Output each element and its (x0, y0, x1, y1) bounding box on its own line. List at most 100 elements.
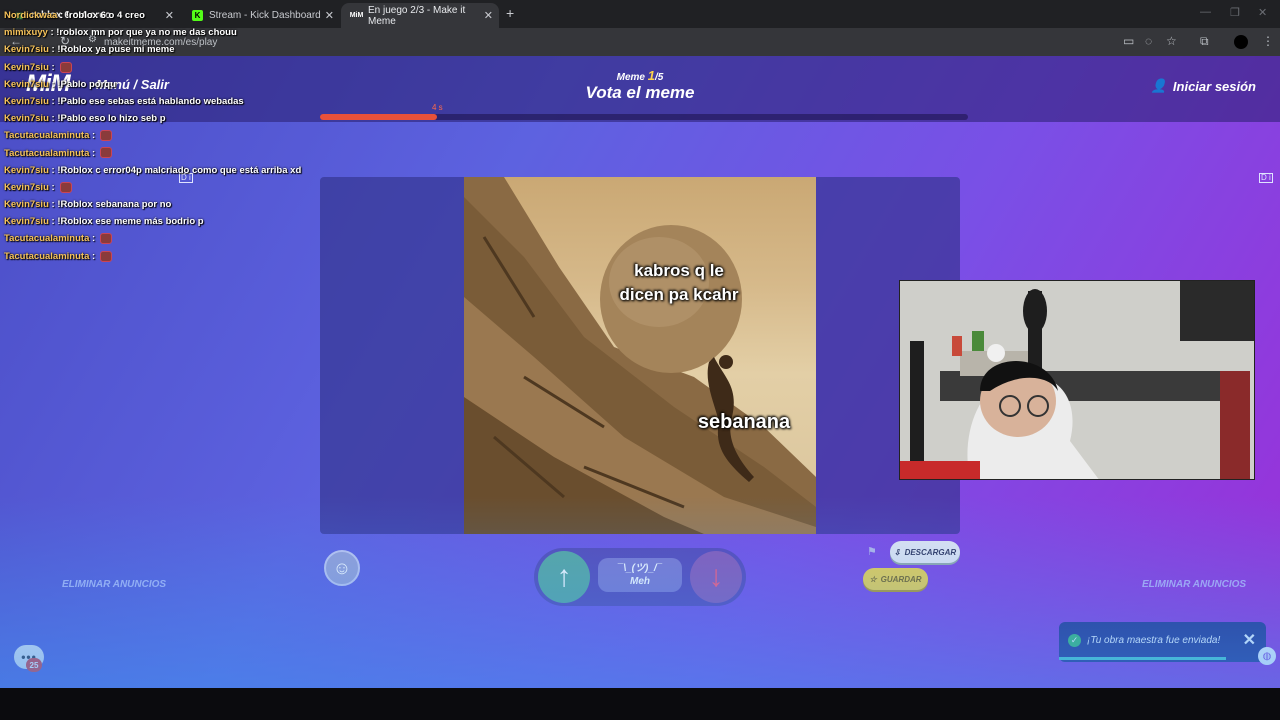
sisyphus-illustration (464, 177, 816, 534)
minimize-icon[interactable]: — (1200, 6, 1211, 18)
report-flag-icon[interactable]: ⚑ (867, 545, 877, 558)
emoji-reaction-button[interactable]: ☺ (324, 550, 360, 586)
chat-message: Kevin7siu : !Pablo eso lo hizo seb p (4, 110, 324, 127)
chat-emote-icon (100, 250, 113, 262)
meme-total: /5 (655, 72, 664, 83)
download-label: DESCARGAR (904, 547, 957, 557)
chat-username: Tacutacualaminuta (4, 130, 90, 142)
chat-username: Tacutacualaminuta (4, 250, 90, 262)
chat-username: mimixuyy (4, 27, 48, 39)
browser-menu-icon[interactable]: ⋮ (1262, 34, 1274, 48)
arrow-down-icon: ↓ (708, 560, 724, 593)
chat-unread-badge: 25 (26, 658, 42, 672)
chat-message: Tacutacualaminuta : (4, 230, 324, 247)
meh-label: Meh (630, 576, 650, 587)
chat-message: Kevin7siu : !Roblox c error04p malcriado… (4, 162, 324, 179)
chat-message: Kevin7siu : !Pablo porqu (4, 76, 324, 93)
meme-caption-top: kabros q le dicen pa kcahr (619, 261, 739, 304)
chat-text: : !Roblox sebanana por no (51, 199, 172, 211)
chat-username: Kevin7siu (4, 199, 49, 211)
chat-message: Kevin7siu : !Roblox sebanana por no (4, 196, 324, 213)
download-icon: ⇩ (893, 547, 901, 557)
extensions-icon[interactable]: ⧉ (1200, 34, 1209, 49)
vote-meh-button[interactable]: ¯\_(ツ)_/¯ Meh (598, 558, 682, 592)
chat-text: : !Pablo ese sebas está hablando webadas (51, 95, 244, 107)
meme-current: 1 (647, 68, 656, 83)
chat-text: : (92, 130, 96, 142)
hide-icon[interactable]: ◌ (1145, 34, 1152, 48)
chat-username: Tacutacualaminuta (4, 233, 90, 245)
chat-message: mimixuyy : !roblox mn por que ya no me d… (4, 24, 324, 41)
chat-message: Tacutacualaminuta : (4, 145, 324, 162)
bookmark-star-icon[interactable]: ☆ (1166, 34, 1177, 48)
chat-username: Kevin7siu (4, 61, 49, 73)
chat-message: Kevin7siu : !Pablo ese sebas está hablan… (4, 93, 324, 110)
new-tab-button[interactable]: + (506, 5, 514, 21)
chat-text: : (51, 181, 55, 193)
chat-text: : !Roblox ya puse mi meme (51, 44, 175, 56)
toast-close-button[interactable]: ✕ (1243, 630, 1256, 650)
meme-frame: kabros q le dicen pa kcahr sebanana (320, 177, 960, 534)
widget-icon[interactable]: ◍ (1258, 647, 1276, 665)
meme-caption-bottom: sebanana (697, 411, 791, 433)
chat-message: Kevin7siu : (4, 59, 324, 76)
meme-counter-prefix: Meme (616, 72, 645, 83)
smiley-icon: ☺ (332, 557, 352, 578)
arrow-up-icon: ↑ (556, 560, 572, 593)
chat-username: Kevin7siu (4, 95, 49, 107)
cast-icon[interactable]: ▭ (1123, 34, 1134, 48)
toast-progress-bar (1059, 657, 1226, 660)
login-button[interactable]: 👤 Iniciar sesión (1151, 78, 1256, 94)
browser-tab-makeitmeme[interactable]: MiM En juego 2/3 - Make it Meme ✕ (341, 3, 499, 28)
timer-bar-fill (320, 114, 437, 120)
webcam-overlay (899, 280, 1255, 480)
chat-text: : (92, 233, 96, 245)
chat-message: Kevin7siu : (4, 179, 324, 196)
chat-emote-icon (100, 233, 113, 245)
close-tab-icon[interactable]: ✕ (484, 9, 493, 22)
download-button[interactable]: ⇩ DESCARGAR (890, 541, 960, 563)
chat-username: Kevin7siu (4, 164, 49, 176)
chat-text: : !roblox 6 o 4 creo (59, 10, 145, 21)
timer-bar (320, 114, 968, 120)
save-button[interactable]: ☆ GUARDAR (863, 568, 928, 590)
mim-favicon-icon: MiM (349, 12, 364, 19)
chat-message: Tacutacualaminuta : (4, 127, 324, 144)
chat-username: Kevin7siu (4, 78, 49, 90)
close-tab-icon[interactable]: ✕ (325, 9, 334, 22)
chat-emote-icon (59, 181, 72, 193)
ad-info-icon[interactable]: D i (1259, 173, 1273, 183)
bottom-black-strip (0, 688, 1280, 720)
chat-message: Kevin7siu : !Roblox ese meme más bodrio … (4, 213, 324, 230)
chat-message: Kevin7siu : !Roblox ya puse mi meme (4, 41, 324, 58)
chat-emote-icon (100, 130, 113, 142)
maximize-icon[interactable]: ❐ (1230, 6, 1240, 19)
login-label: Iniciar sesión (1172, 78, 1256, 94)
chat-message: Nordickwaa : !roblox 6 o 4 creo (4, 7, 324, 24)
chat-text: : !roblox mn por que ya no me das chouu (50, 27, 237, 39)
save-label: GUARDAR (880, 574, 922, 584)
stream-chat-overlay: Nordickwaa : !roblox 6 o 4 creo mimixuyy … (4, 7, 324, 265)
timer-label: 4 s (432, 103, 443, 112)
remove-ads-link-left[interactable]: ELIMINAR ANUNCIOS (62, 579, 166, 590)
user-icon: 👤 (1150, 78, 1167, 93)
tab-label: En juego 2/3 - Make it Meme (368, 4, 466, 27)
chat-emote-icon (59, 61, 72, 73)
chat-text: : !Roblox ese meme más bodrio p (51, 216, 204, 228)
chat-text: : !Roblox c error04p malcriado como que … (51, 164, 302, 176)
chat-username: Nordickwaa (4, 10, 58, 21)
vote-down-button[interactable]: ↓ (690, 551, 742, 603)
chat-username: Kevin7siu (4, 216, 49, 228)
chat-username: Kevin7siu (4, 113, 49, 125)
close-window-icon[interactable]: ✕ (1258, 6, 1267, 19)
remove-ads-link-right[interactable]: ELIMINAR ANUNCIOS (1142, 579, 1246, 590)
vote-up-button[interactable]: ↑ (538, 551, 590, 603)
chat-emote-icon (100, 147, 113, 159)
chat-username: Kevin7siu (4, 44, 49, 56)
meh-face: ¯\_(ツ)_/¯ (617, 563, 663, 574)
submission-toast: ✓ ¡Tu obra maestra fue enviada! ✕ (1059, 622, 1266, 662)
star-icon: ☆ (869, 574, 877, 584)
chat-text: : (92, 250, 96, 262)
chat-text: : (51, 61, 55, 73)
profile-avatar[interactable] (1234, 35, 1248, 49)
